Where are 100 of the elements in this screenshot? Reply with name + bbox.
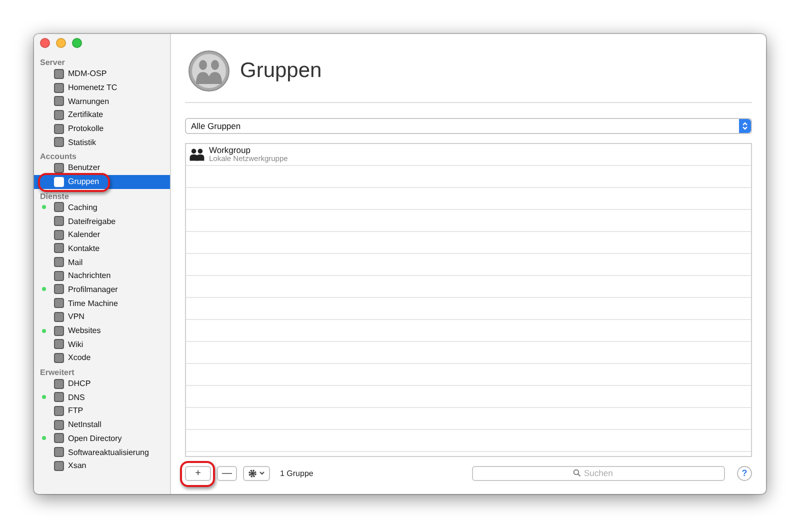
service-icon — [54, 447, 64, 458]
sidebar-item[interactable]: Softwareaktualisierung — [34, 445, 170, 459]
sidebar-item[interactable]: Caching — [34, 200, 170, 214]
item-label: Mail — [68, 258, 83, 267]
help-button[interactable]: ? — [737, 466, 752, 480]
service-icon — [54, 270, 64, 281]
item-label: Gruppen — [68, 177, 100, 186]
service-icon — [54, 326, 64, 336]
service-icon — [54, 298, 64, 308]
service-icon — [54, 378, 64, 389]
zoom-button[interactable] — [72, 38, 82, 48]
item-label: Xsan — [68, 461, 86, 470]
service-icon — [54, 284, 64, 294]
service-icon — [54, 162, 64, 173]
service-icon — [54, 68, 64, 79]
sidebar-item[interactable]: Homenetz TC — [34, 80, 170, 94]
item-label: Open Directory — [68, 434, 122, 443]
action-menu-button[interactable] — [243, 466, 270, 480]
service-icon — [54, 124, 64, 134]
item-label: Kalender — [68, 230, 100, 240]
minimize-button[interactable] — [56, 38, 66, 48]
service-icon — [54, 392, 64, 402]
sidebar-item[interactable]: DNS — [34, 390, 170, 404]
item-label: FTP — [68, 406, 84, 416]
sidebar-item[interactable]: VPN — [34, 310, 170, 324]
gear-icon — [248, 468, 257, 478]
remove-button[interactable]: — — [217, 466, 237, 480]
sidebar-item[interactable]: Open Directory — [34, 432, 170, 446]
item-label: Warnungen — [68, 96, 110, 106]
item-label: Zertifikate — [68, 110, 104, 120]
sidebar-item[interactable]: Mail — [34, 255, 170, 269]
updown-chevron-icon — [742, 121, 748, 131]
item-label: Softwareaktualisierung — [68, 448, 149, 457]
item-label: Caching — [68, 202, 98, 212]
item-label: Benutzer — [68, 163, 100, 172]
service-icon — [54, 433, 64, 444]
sidebar-item[interactable]: MDM-OSP — [34, 67, 170, 81]
item-label: Dateifreigabe — [68, 216, 116, 226]
item-label: Nachrichten — [68, 271, 111, 280]
item-label: Websites — [68, 326, 101, 336]
section-heading: Erweitert — [39, 366, 76, 377]
sidebar-item[interactable]: Wiki — [34, 337, 170, 352]
group-filter-dropdown[interactable]: Alle Gruppen — [185, 118, 752, 134]
service-icon — [54, 352, 64, 363]
sidebar-item[interactable]: Time Machine — [34, 296, 170, 310]
service-icon — [54, 96, 64, 106]
sidebar-item[interactable]: Benutzer — [34, 161, 170, 175]
group-icon — [188, 50, 230, 92]
page-title: Gruppen — [240, 59, 322, 83]
sidebar-item[interactable]: Warnungen — [34, 94, 170, 108]
group-count: 1 Gruppe — [280, 468, 314, 478]
service-icon — [54, 406, 64, 416]
service-icon — [54, 216, 64, 226]
sidebar-item[interactable]: Protokolle — [34, 122, 170, 136]
sidebar-item[interactable]: NetInstall — [34, 418, 170, 432]
item-label: Xcode — [68, 353, 91, 362]
item-label: Profilmanager — [68, 284, 118, 294]
sidebar-item[interactable]: Statistik — [34, 135, 170, 150]
section-heading: Accounts — [39, 151, 78, 162]
service-icon — [54, 202, 64, 212]
item-label: NetInstall — [68, 420, 102, 430]
search-icon — [573, 469, 581, 477]
service-icon — [54, 82, 64, 93]
close-button[interactable] — [40, 38, 50, 48]
item-label: Kontakte — [68, 244, 100, 253]
sidebar-item[interactable]: Nachrichten — [34, 268, 170, 283]
section-heading: Dienste — [39, 190, 70, 200]
sidebar-item[interactable]: Kalender — [34, 228, 170, 242]
item-label: Statistik — [68, 138, 96, 147]
service-icon — [54, 312, 64, 322]
service-icon — [54, 110, 64, 120]
sidebar-item[interactable]: Gruppen — [34, 174, 170, 188]
service-icon — [54, 137, 64, 148]
service-icon — [54, 230, 64, 240]
sidebar-item[interactable]: Xcode — [34, 351, 170, 365]
item-label: Time Machine — [68, 298, 118, 308]
sidebar-item[interactable]: DHCP — [34, 376, 170, 390]
sidebar-item[interactable]: Xsan — [34, 458, 170, 473]
sidebar-item[interactable]: Websites — [34, 324, 170, 338]
item-label: Homenetz TC — [68, 83, 118, 92]
sidebar-item[interactable]: Profilmanager — [34, 282, 170, 296]
section-heading: Server — [39, 57, 66, 67]
item-label: DNS — [68, 392, 85, 402]
sidebar-item[interactable]: Zertifikate — [34, 108, 170, 122]
chevron-down-icon — [259, 471, 265, 475]
service-icon — [54, 257, 64, 268]
service-icon — [54, 176, 64, 187]
item-label: Protokolle — [68, 124, 104, 134]
sidebar-item[interactable]: Kontakte — [34, 242, 170, 256]
service-icon — [54, 339, 64, 350]
item-label: MDM-OSP — [68, 69, 107, 78]
service-icon — [54, 243, 64, 254]
sidebar-item[interactable]: FTP — [34, 404, 170, 418]
add-button[interactable]: + — [185, 466, 211, 480]
item-label: Wiki — [68, 340, 84, 349]
people-icon — [189, 148, 205, 161]
item-label: DHCP — [68, 379, 91, 388]
sidebar-item[interactable]: Dateifreigabe — [34, 214, 170, 228]
group-name: Workgroup — [209, 146, 252, 155]
service-icon — [54, 420, 64, 430]
